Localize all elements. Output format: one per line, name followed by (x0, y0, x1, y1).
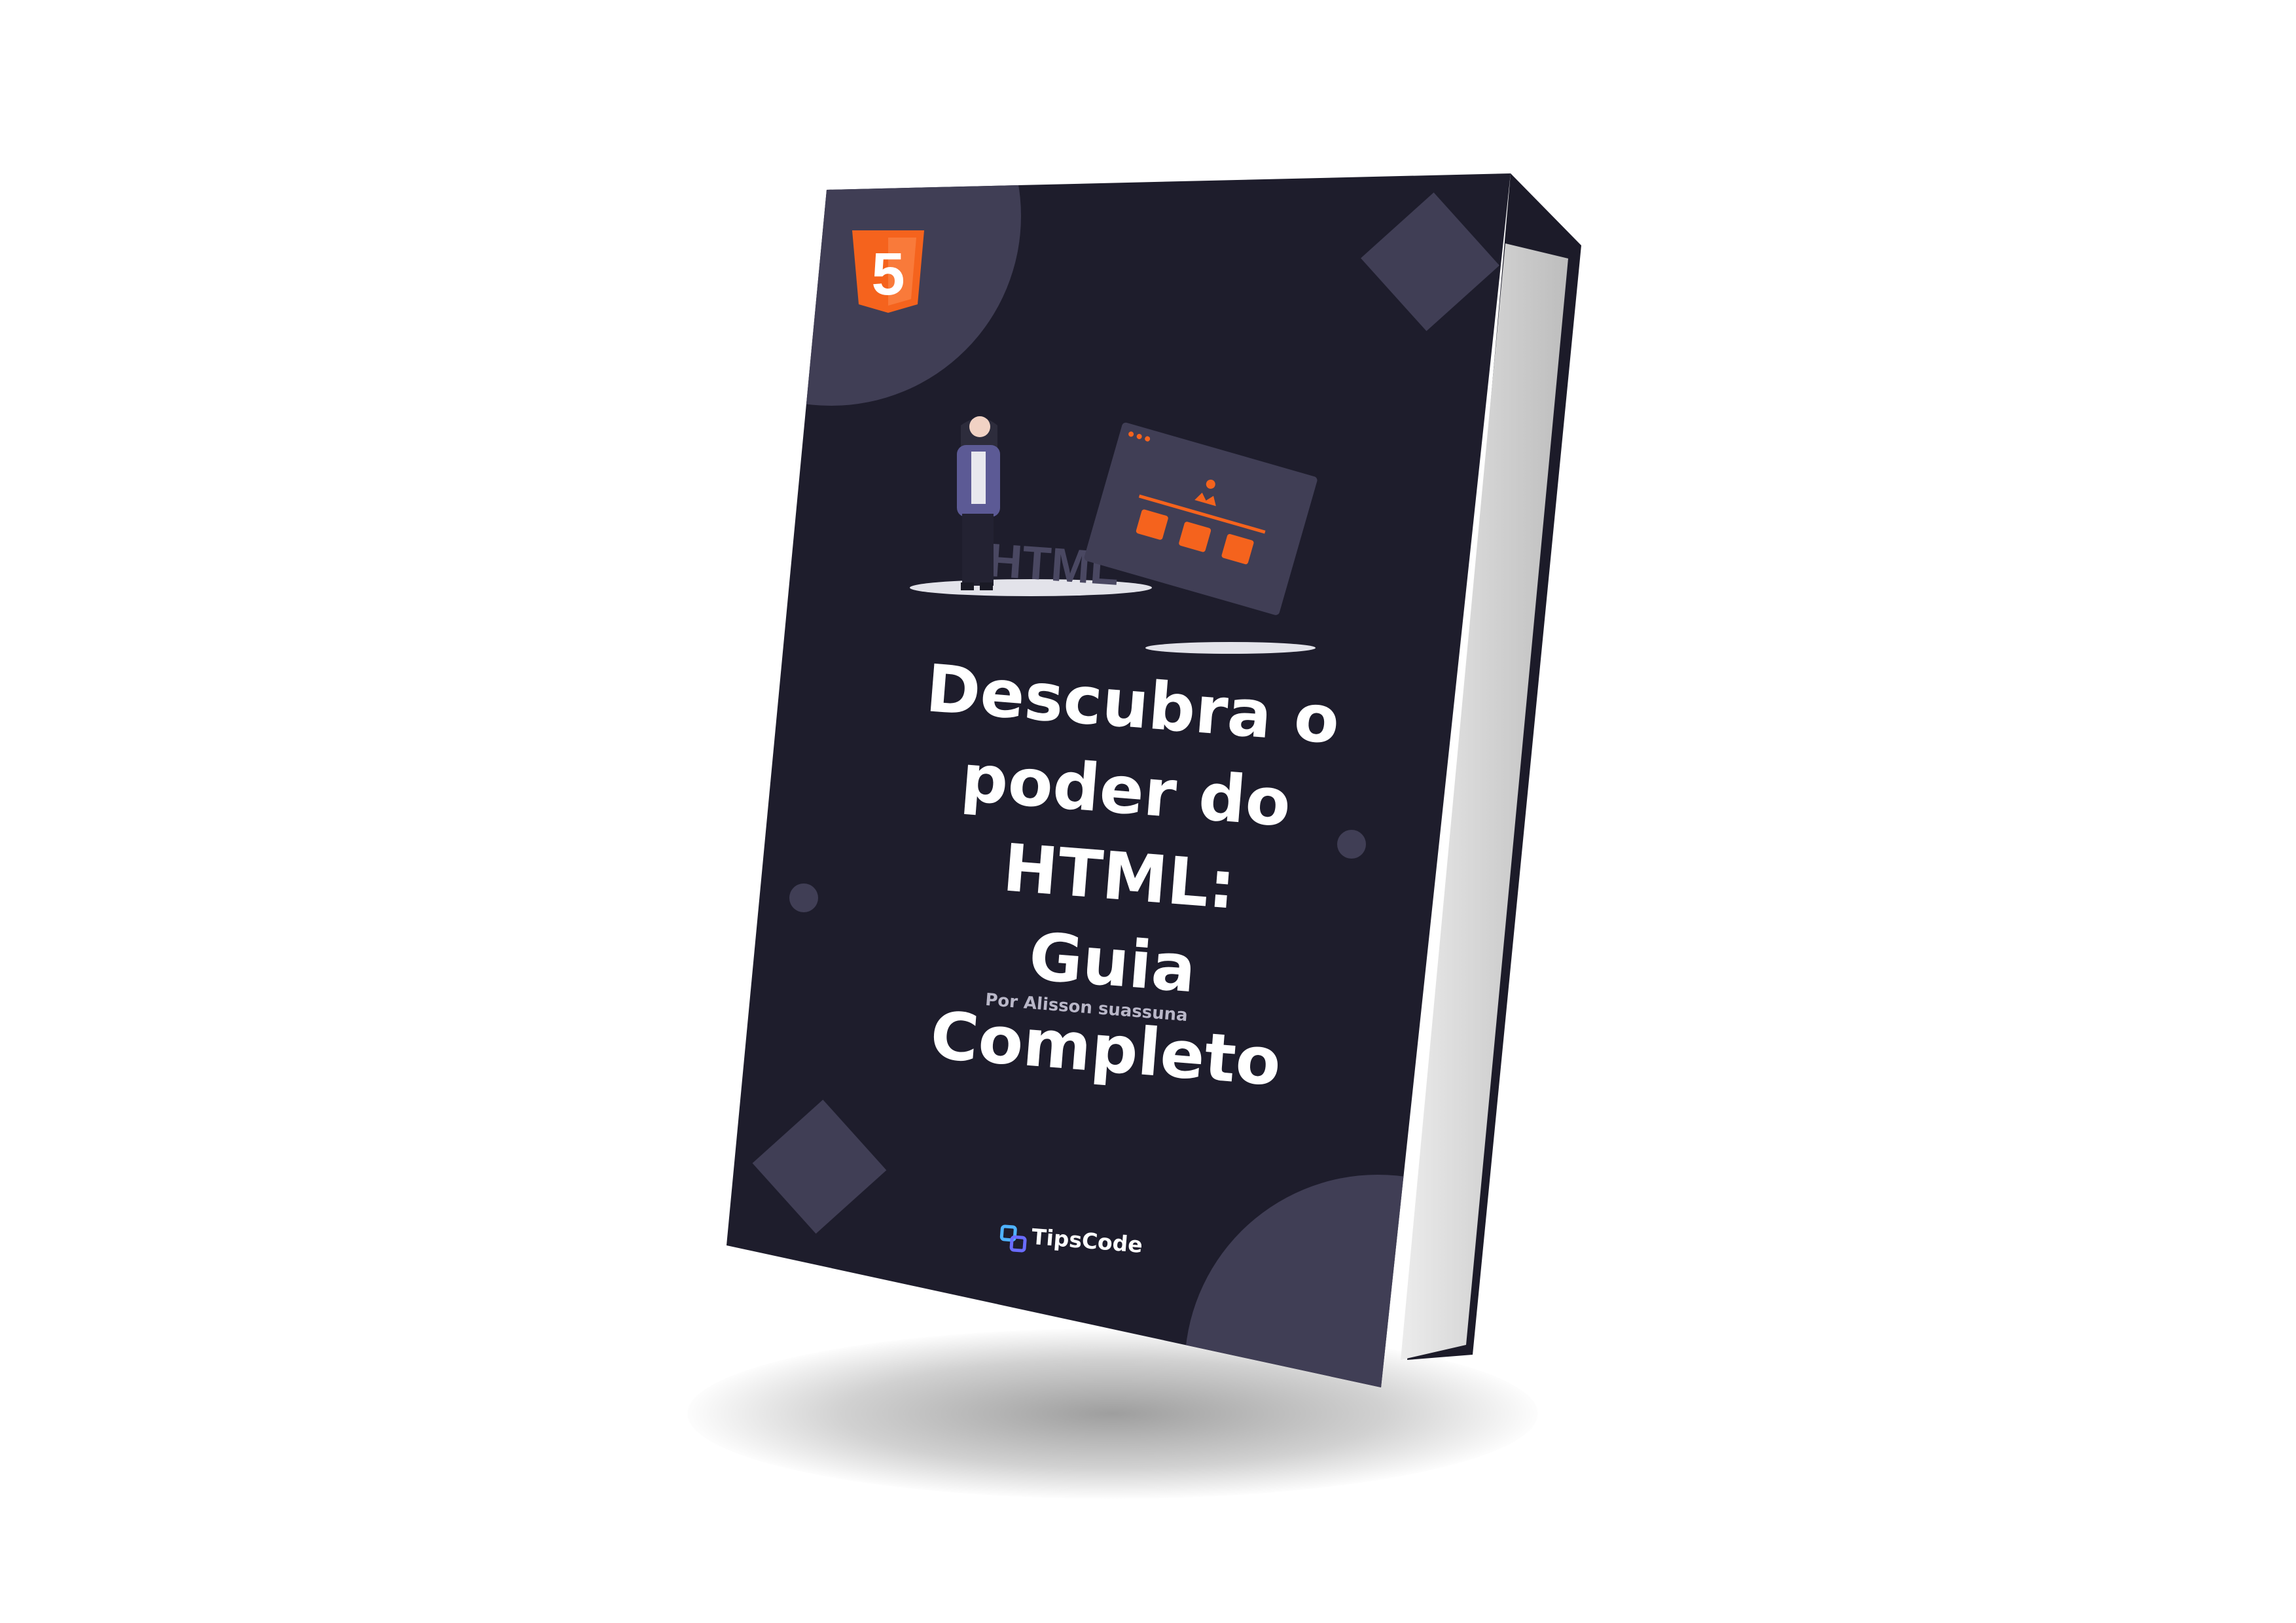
svg-text:5: 5 (871, 241, 905, 308)
decor-circle-top-left (726, 173, 1021, 406)
floor-shadow-screen (1145, 642, 1316, 654)
decor-dot-right (1337, 830, 1366, 859)
decor-circle-bottom-right (1185, 1175, 1511, 1387)
decor-dot-left (789, 883, 818, 912)
html5-shield-icon: 5 (852, 230, 924, 313)
mockup-stage: 5 HTML Descubra o poder do HTML: Guia Co… (0, 0, 2296, 1623)
book-mockup: 5 HTML (726, 173, 1581, 1387)
